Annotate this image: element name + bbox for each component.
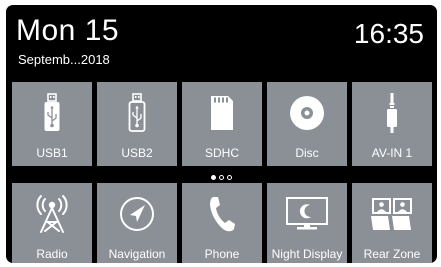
phone-tile[interactable]: Phone bbox=[182, 183, 262, 263]
rear-zone-icon bbox=[352, 193, 432, 235]
disc-tile[interactable]: Disc bbox=[267, 82, 347, 166]
radio-tile[interactable]: Radio bbox=[12, 183, 92, 263]
radio-tower-icon bbox=[12, 193, 92, 235]
av-in-1-tile[interactable]: AV-IN 1 bbox=[352, 82, 432, 166]
sd-card-icon bbox=[182, 92, 262, 134]
page-dot-active[interactable] bbox=[211, 175, 216, 180]
night-display-icon bbox=[267, 193, 347, 235]
sdhc-label: SDHC bbox=[204, 146, 239, 160]
page-dot[interactable] bbox=[227, 175, 232, 180]
usb1-tile[interactable]: USB1 bbox=[12, 82, 92, 166]
rear-zone-label: Rear Zone bbox=[363, 247, 421, 261]
disc-label: Disc bbox=[295, 146, 319, 160]
navigation-tile[interactable]: Navigation bbox=[97, 183, 177, 263]
usb-icon bbox=[97, 92, 177, 134]
night-display-tile[interactable]: Night Display bbox=[267, 183, 347, 263]
usb1-label: USB1 bbox=[36, 146, 68, 160]
av-in-icon bbox=[352, 92, 432, 134]
navigation-label: Navigation bbox=[108, 247, 166, 261]
usb-icon bbox=[12, 92, 92, 134]
page-indicator[interactable] bbox=[211, 175, 232, 180]
usb2-tile[interactable]: USB2 bbox=[97, 82, 177, 166]
radio-label: Radio bbox=[36, 247, 68, 261]
av-in-1-label: AV-IN 1 bbox=[371, 146, 413, 160]
day-date: Mon 15 bbox=[16, 14, 120, 47]
page-dot[interactable] bbox=[219, 175, 224, 180]
phone-icon bbox=[182, 193, 262, 235]
disc-icon bbox=[267, 92, 347, 134]
usb2-label: USB2 bbox=[121, 146, 153, 160]
clock-time: 16:35 bbox=[353, 18, 424, 49]
phone-label: Phone bbox=[204, 247, 240, 261]
navigation-icon bbox=[97, 193, 177, 235]
rear-zone-tile[interactable]: Rear Zone bbox=[352, 183, 432, 263]
month-year: Septemb...2018 bbox=[18, 52, 110, 67]
night-display-label: Night Display bbox=[271, 247, 343, 261]
sdhc-tile[interactable]: SDHC bbox=[182, 82, 262, 166]
home-screen: Mon 15 Septemb...2018 16:35 USB1 USB2 SD… bbox=[6, 5, 437, 263]
